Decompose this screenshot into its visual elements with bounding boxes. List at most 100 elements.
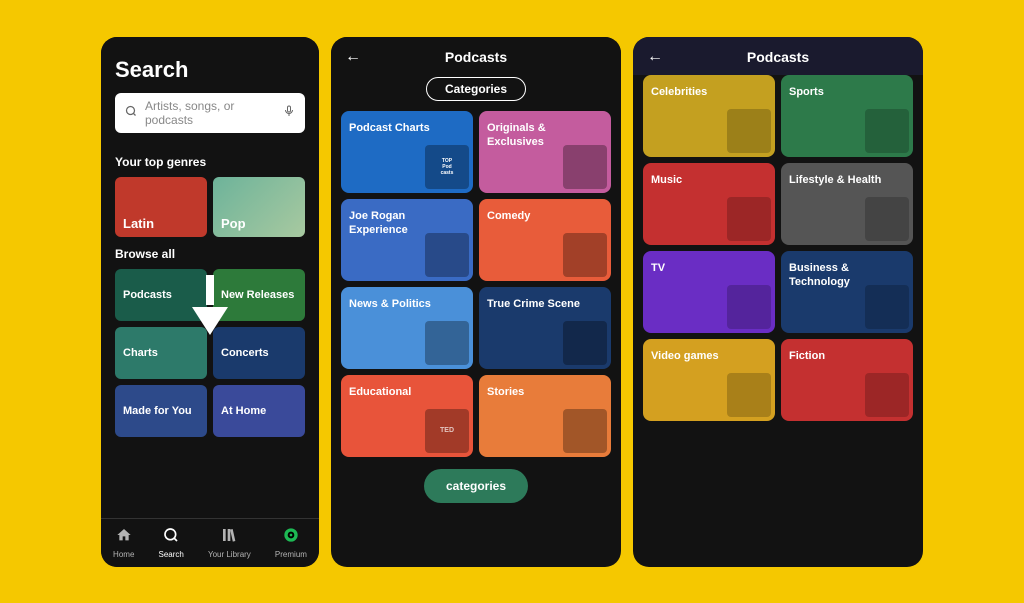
podcast-tile-label-true-crime: True Crime Scene: [487, 297, 580, 311]
podcast-tile-news[interactable]: News & Politics: [341, 287, 473, 369]
sub-tile-img-videogames: [727, 373, 771, 417]
podcast-tile-label-originals: Originals & Exclusives: [487, 121, 603, 150]
arrow-shaft: [206, 275, 214, 305]
browse-label: Browse all: [101, 247, 319, 261]
podcast-tile-comedy[interactable]: Comedy: [479, 199, 611, 281]
podcast-tile-true-crime[interactable]: True Crime Scene: [479, 287, 611, 369]
podcast-tile-charts[interactable]: Podcast Charts TOPPodcasts: [341, 111, 473, 193]
sub-tile-business[interactable]: Business & Technology: [781, 251, 913, 333]
podcast-tile-label-comedy: Comedy: [487, 209, 530, 223]
nav-item-premium[interactable]: Premium: [275, 527, 307, 559]
podcast-tile-originals[interactable]: Originals & Exclusives: [479, 111, 611, 193]
home-icon: [116, 527, 132, 548]
arrow-down: [192, 307, 228, 335]
screen3-title: Podcasts: [747, 49, 809, 65]
search-bar[interactable]: Artists, songs, or podcasts: [115, 93, 305, 133]
genre-tile-pop[interactable]: Pop: [213, 177, 305, 237]
sub-tile-label-music: Music: [651, 173, 682, 187]
podcast-tile-label-charts: Podcast Charts: [349, 121, 430, 135]
bottom-nav: Home Search Your Library Premium: [101, 518, 319, 567]
browse-tile-made-for-you[interactable]: Made for You: [115, 385, 207, 437]
screen1-search: Search Artists, songs, or podcasts Your …: [101, 37, 319, 567]
sub-tile-sports[interactable]: Sports: [781, 75, 913, 157]
mic-icon[interactable]: [283, 104, 295, 121]
back-arrow-icon[interactable]: ←: [345, 48, 361, 66]
sub-tile-img-celebrities: [727, 109, 771, 153]
nav-item-search[interactable]: Search: [159, 527, 184, 559]
top-genres-label: Your top genres: [101, 155, 319, 169]
sub-tile-img-business: [865, 285, 909, 329]
genre-label-pop: Pop: [221, 216, 246, 231]
podcast-tile-img-joe: [425, 233, 469, 277]
screen2-title: Podcasts: [445, 49, 507, 65]
screen2-header: ← Podcasts: [331, 37, 621, 71]
browse-tile-at-home[interactable]: At Home: [213, 385, 305, 437]
search-placeholder: Artists, songs, or podcasts: [145, 99, 275, 127]
genre-label-latin: Latin: [123, 216, 154, 231]
screen3-subcategories: ← Podcasts Celebrities Sports Music Life…: [633, 37, 923, 567]
sub-categories-grid: Celebrities Sports Music Lifestyle & Hea…: [633, 75, 923, 421]
search-title: Search: [115, 57, 305, 83]
categories-btn-container: categories: [331, 457, 621, 515]
podcast-tile-joe-rogan[interactable]: Joe Rogan Experience: [341, 199, 473, 281]
nav-label-premium: Premium: [275, 550, 307, 559]
categories-tab-bar: Categories: [331, 71, 621, 111]
browse-label-podcasts: Podcasts: [123, 289, 172, 301]
sub-tile-celebrities[interactable]: Celebrities: [643, 75, 775, 157]
nav-item-home[interactable]: Home: [113, 527, 134, 559]
browse-label-charts: Charts: [123, 347, 158, 359]
sub-tile-img-tv: [727, 285, 771, 329]
sub-tile-lifestyle[interactable]: Lifestyle & Health: [781, 163, 913, 245]
podcast-tile-img-true-crime: [563, 321, 607, 365]
sub-tile-label-tv: TV: [651, 261, 665, 275]
categories-button[interactable]: categories: [424, 469, 528, 503]
sub-tile-img-sports: [865, 109, 909, 153]
browse-label-made-for-you: Made for You: [123, 405, 192, 417]
sub-tile-videogames[interactable]: Video games: [643, 339, 775, 421]
sub-tile-img-fiction: [865, 373, 909, 417]
podcast-grid: Podcast Charts TOPPodcasts Originals & E…: [331, 111, 621, 457]
podcast-tile-img-educational: TED: [425, 409, 469, 453]
search-nav-icon: [163, 527, 179, 548]
podcast-tile-label-news: News & Politics: [349, 297, 431, 311]
sub-tile-label-business: Business & Technology: [789, 261, 905, 290]
arrow-overlay: [192, 277, 228, 335]
sub-tile-label-videogames: Video games: [651, 349, 719, 363]
podcast-tile-label-stories: Stories: [487, 385, 524, 399]
podcast-tile-img-news: [425, 321, 469, 365]
sub-tile-img-lifestyle: [865, 197, 909, 241]
search-header: Search Artists, songs, or podcasts: [101, 37, 319, 155]
podcast-tile-img-charts: TOPPodcasts: [425, 145, 469, 189]
sub-tile-img-music: [727, 197, 771, 241]
sub-tile-label-sports: Sports: [789, 85, 824, 99]
nav-label-search: Search: [159, 550, 184, 559]
nav-label-library: Your Library: [208, 550, 251, 559]
sub-tile-label-lifestyle: Lifestyle & Health: [789, 173, 881, 187]
browse-label-at-home: At Home: [221, 405, 266, 417]
podcast-tile-label-joe: Joe Rogan Experience: [349, 209, 465, 238]
nav-label-home: Home: [113, 550, 134, 559]
podcast-tile-img-comedy: [563, 233, 607, 277]
browse-label-concerts: Concerts: [221, 347, 269, 359]
podcast-tile-label-educational: Educational: [349, 385, 411, 399]
sub-tile-label-celebrities: Celebrities: [651, 85, 707, 99]
screen2-podcasts: ← Podcasts Categories Podcast Charts TOP…: [331, 37, 621, 567]
sub-tile-tv[interactable]: TV: [643, 251, 775, 333]
search-icon: [125, 105, 137, 120]
podcast-tile-stories[interactable]: Stories: [479, 375, 611, 457]
categories-tab[interactable]: Categories: [426, 77, 526, 101]
podcast-tile-img-originals: [563, 145, 607, 189]
library-icon: [221, 527, 237, 548]
premium-icon: [283, 527, 299, 548]
sub-tile-music[interactable]: Music: [643, 163, 775, 245]
back-arrow3-icon[interactable]: ←: [647, 48, 663, 66]
genre-tile-latin[interactable]: Latin: [115, 177, 207, 237]
sub-tile-fiction[interactable]: Fiction: [781, 339, 913, 421]
screen3-header: ← Podcasts: [633, 37, 923, 75]
screenshots-container: Search Artists, songs, or podcasts Your …: [77, 19, 947, 585]
browse-label-new-releases: New Releases: [221, 289, 294, 301]
sub-tile-label-fiction: Fiction: [789, 349, 825, 363]
podcast-tile-educational[interactable]: Educational TED: [341, 375, 473, 457]
podcast-tile-img-stories: [563, 409, 607, 453]
nav-item-library[interactable]: Your Library: [208, 527, 251, 559]
